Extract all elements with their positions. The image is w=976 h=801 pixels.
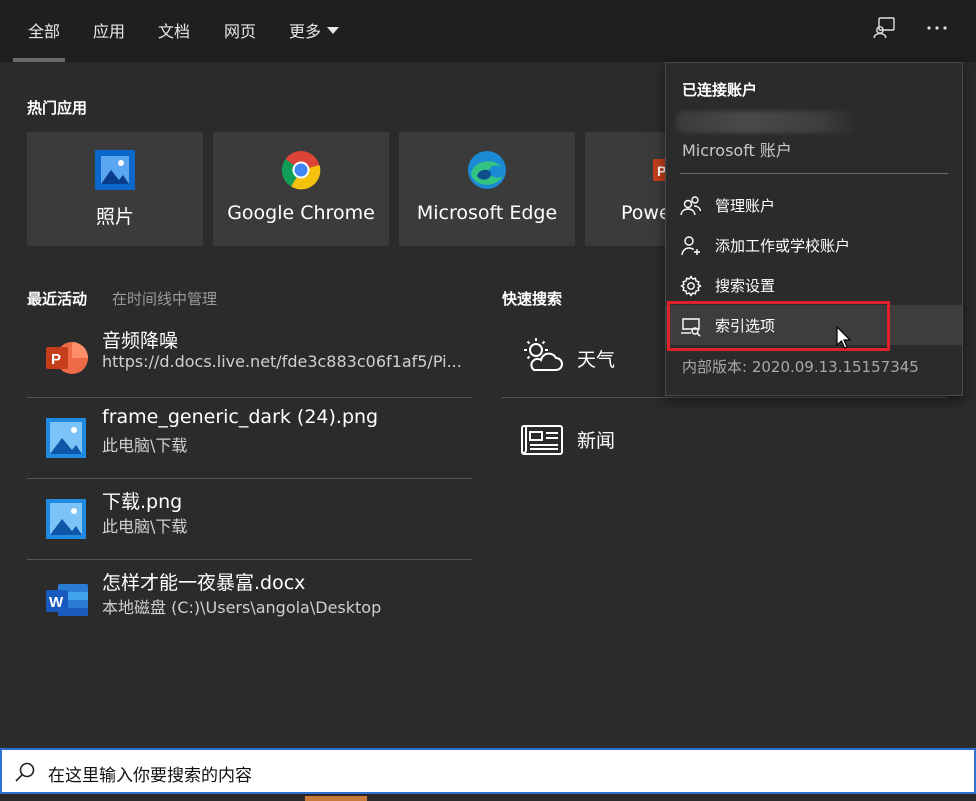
quick-search-label: 新闻 [577, 430, 616, 452]
gear-icon [680, 275, 702, 297]
connected-accounts-heading: 已连接账户 [682, 81, 758, 99]
quick-search-news[interactable]: 新闻 [502, 398, 947, 478]
image-file-icon [46, 499, 86, 539]
tab-more[interactable]: 更多 [289, 18, 340, 42]
recent-item-title: 怎样才能一夜暴富.docx [102, 572, 306, 594]
feedback-icon[interactable] [872, 16, 896, 44]
recent-item[interactable]: frame_generic_dark (24).png 此电脑\下载 [27, 398, 472, 478]
chrome-icon [281, 151, 321, 190]
recent-item-title: 下载.png [102, 491, 183, 513]
recent-item-title: 音频降噪 [102, 330, 179, 352]
menu-item-search-settings[interactable]: 搜索设置 [666, 265, 962, 305]
account-type: Microsoft 账户 [682, 141, 792, 160]
svg-text:W: W [49, 594, 64, 611]
app-label: Microsoft Edge [416, 202, 558, 224]
manage-timeline-link[interactable]: 在时间线中管理 [112, 288, 217, 309]
search-input-placeholder: 在这里输入你要搜索的内容 [48, 766, 252, 786]
add-account-icon [681, 236, 700, 256]
recent-item-path: 此电脑\下载 [102, 517, 188, 536]
edge-icon [468, 151, 506, 189]
menu-item-manage-accounts[interactable]: 管理账户 [666, 185, 962, 225]
top-apps-heading: 热门应用 [27, 99, 88, 117]
app-tile-edge[interactable]: Microsoft Edge [399, 132, 575, 246]
recent-item[interactable]: W 怎样才能一夜暴富.docx 本地磁盘 (C:)\Users\angola\D… [27, 560, 472, 640]
manage-accounts-icon [680, 196, 702, 216]
taskbar [0, 794, 976, 801]
recent-item[interactable]: P 音频降噪 https://d.docs.live.net/fde3c883c… [27, 318, 472, 398]
build-version: 内部版本: 2020.09.13.15157345 [682, 358, 919, 376]
more-options-icon[interactable] [926, 14, 948, 42]
chevron-down-icon [327, 27, 340, 34]
highlight-annotation-box [667, 301, 890, 351]
taskbar-active-indicator [305, 796, 367, 801]
image-file-icon [46, 418, 86, 458]
recent-item[interactable]: 下载.png 此电脑\下载 [27, 479, 472, 559]
svg-text:P: P [51, 351, 61, 368]
recent-item-path: https://d.docs.live.net/fde3c883c06f1af5… [102, 352, 462, 371]
tab-web[interactable]: 网页 [224, 18, 256, 42]
photos-icon [95, 150, 135, 190]
app-tile-photos[interactable]: 照片 [27, 132, 203, 246]
search-box[interactable]: 在这里输入你要搜索的内容 [0, 748, 976, 794]
quick-search-label: 天气 [577, 349, 616, 371]
app-label: 照片 [95, 206, 134, 228]
mouse-cursor-icon [836, 326, 852, 349]
tab-documents[interactable]: 文档 [158, 18, 190, 42]
tab-more-label: 更多 [289, 22, 322, 41]
menu-item-label: 管理账户 [715, 197, 776, 215]
word-icon: W [46, 584, 88, 616]
recent-item-title: frame_generic_dark (24).png [102, 406, 379, 428]
menu-item-label: 搜索设置 [715, 277, 776, 295]
app-tile-chrome[interactable]: Google Chrome [213, 132, 389, 246]
recent-item-path: 本地磁盘 (C:)\Users\angola\Desktop [102, 598, 382, 617]
recent-heading: 最近活动 [27, 290, 88, 308]
app-tile-powerpoint[interactable]: P Powe [585, 132, 667, 246]
tab-apps[interactable]: 应用 [93, 18, 125, 42]
top-nav-bar: 全部 应用 文档 网页 更多 [0, 0, 976, 62]
recent-item-path: 此电脑\下载 [102, 436, 188, 455]
menu-item-add-account[interactable]: 添加工作或学校账户 [666, 225, 962, 265]
menu-divider [680, 173, 948, 174]
blurred-account-name [676, 111, 854, 133]
quick-search-heading: 快速搜索 [502, 290, 563, 308]
app-label: Powe [621, 202, 667, 224]
weather-icon [524, 338, 563, 371]
powerpoint-icon: P [46, 342, 88, 374]
news-icon [521, 425, 563, 455]
search-icon [15, 762, 35, 782]
app-label: Google Chrome [227, 202, 375, 224]
menu-item-label: 添加工作或学校账户 [715, 237, 851, 255]
tab-all[interactable]: 全部 [28, 18, 60, 42]
